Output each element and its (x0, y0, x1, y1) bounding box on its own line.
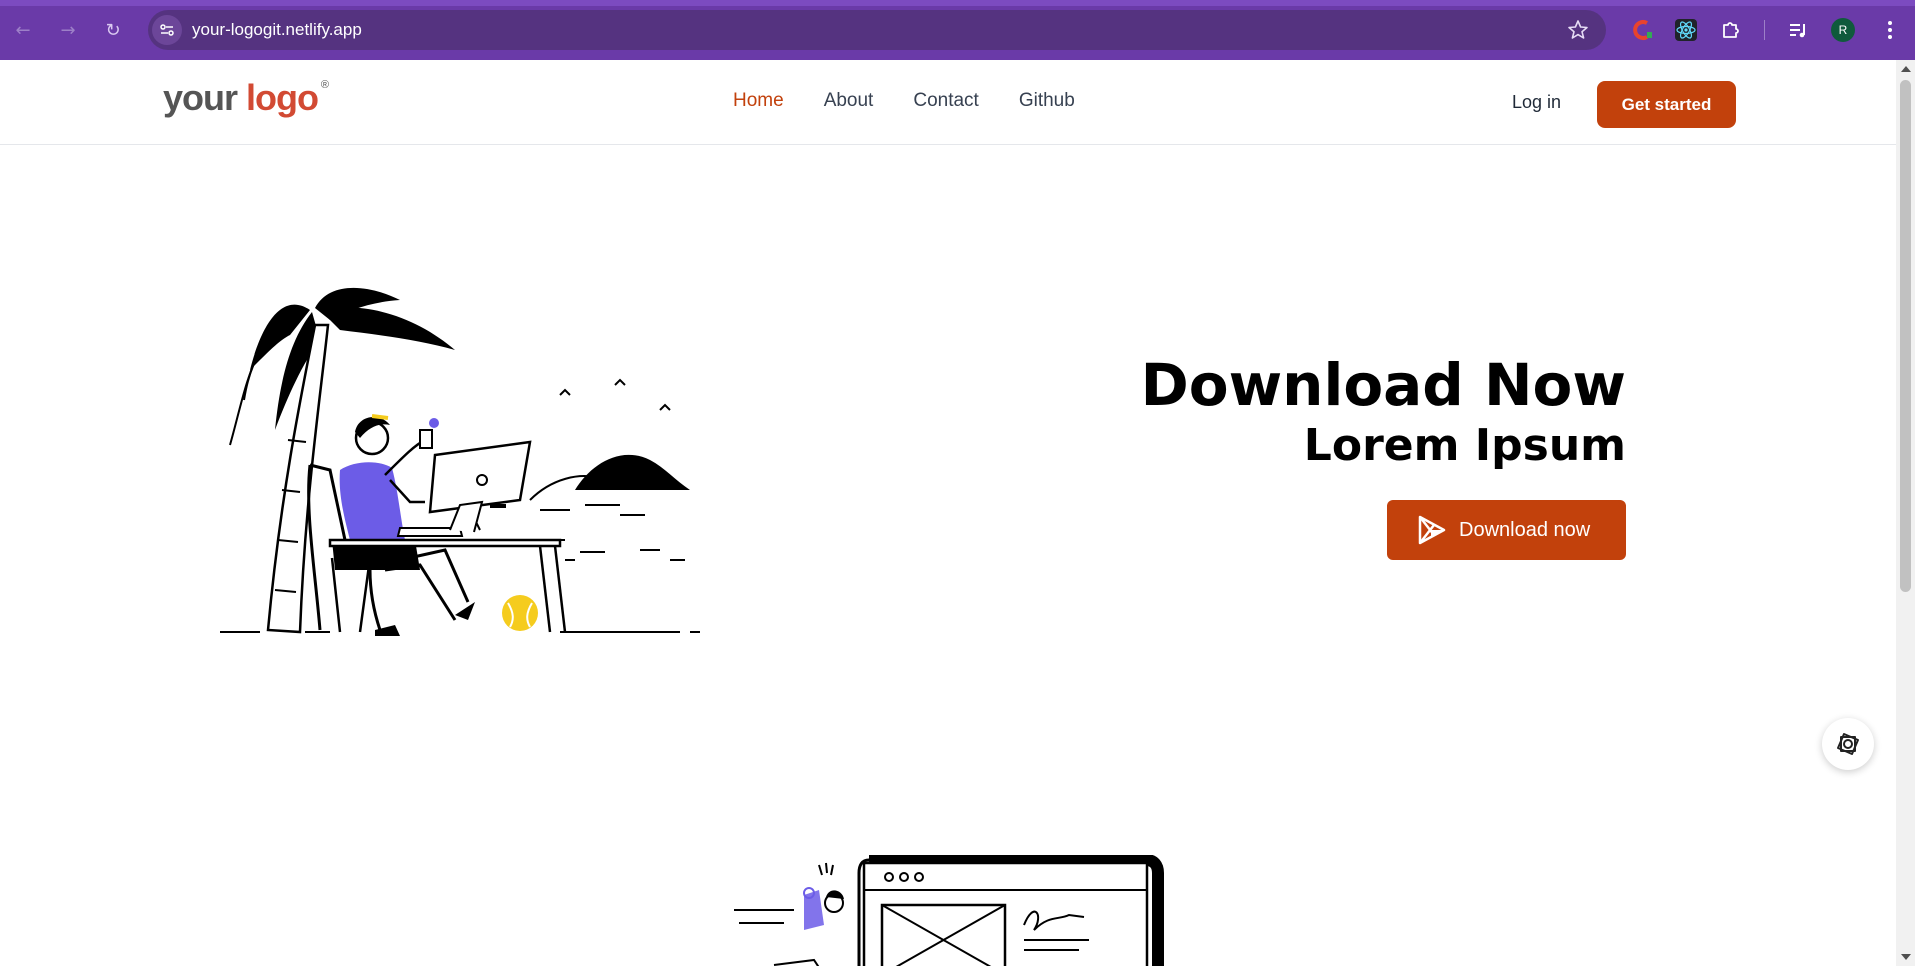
main-nav: Home About Contact Github (733, 90, 1075, 112)
hero-subtitle: Lorem Ipsum (1303, 420, 1626, 471)
media-queue-icon[interactable] (1783, 15, 1813, 45)
logo-logo-text: logo (246, 77, 319, 118)
web-page: your logo ® Home About Contact Github Lo… (0, 60, 1896, 966)
play-store-icon (1418, 515, 1446, 545)
profile-avatar[interactable]: R (1831, 18, 1855, 42)
react-devtools-icon[interactable] (1671, 15, 1701, 45)
reload-icon[interactable]: ↻ (98, 15, 128, 45)
tab-strip (0, 0, 1915, 6)
extensions-puzzle-icon[interactable] (1716, 15, 1746, 45)
nav-link-about[interactable]: About (824, 90, 874, 112)
browser-toolbar: ← → ↻ your-logogit.netlify.app R (0, 0, 1915, 60)
address-bar[interactable]: your-logogit.netlify.app (148, 10, 1606, 50)
hero-illustration (220, 287, 700, 636)
nav-link-contact[interactable]: Contact (913, 90, 978, 112)
hero-title: Download Now (1140, 351, 1626, 419)
extension-c-icon[interactable] (1627, 15, 1657, 45)
site-logo[interactable]: your logo ® (163, 77, 329, 119)
page-scrollbar[interactable] (1896, 60, 1915, 966)
get-started-button[interactable]: Get started (1597, 81, 1736, 128)
nav-link-github[interactable]: Github (1019, 90, 1075, 112)
spiral-knot-icon (1837, 733, 1859, 755)
toolbar-separator (1764, 20, 1765, 40)
scrollbar-thumb[interactable] (1900, 80, 1911, 592)
hero-heading: Download Now Lorem Ipsum (1141, 350, 1626, 472)
floating-assistant-widget[interactable] (1822, 718, 1874, 770)
kebab-menu-icon[interactable] (1875, 15, 1905, 45)
nav-link-home[interactable]: Home (733, 90, 784, 112)
bookmark-star-icon[interactable] (1566, 18, 1590, 42)
download-now-button[interactable]: Download now (1387, 500, 1626, 560)
login-link[interactable]: Log in (1512, 92, 1561, 113)
download-now-label: Download now (1459, 518, 1591, 541)
second-section-illustration (734, 855, 1164, 966)
url-text[interactable]: your-logogit.netlify.app (192, 20, 362, 40)
forward-icon[interactable]: → (53, 15, 83, 45)
logo-registered-mark: ® (320, 79, 329, 91)
scroll-down-arrow[interactable] (1901, 954, 1911, 960)
scroll-up-arrow[interactable] (1901, 66, 1911, 72)
back-icon[interactable]: ← (8, 15, 38, 45)
logo-your-text: your (163, 77, 238, 118)
site-header: your logo ® Home About Contact Github Lo… (0, 60, 1896, 145)
site-settings-icon[interactable] (152, 15, 182, 45)
